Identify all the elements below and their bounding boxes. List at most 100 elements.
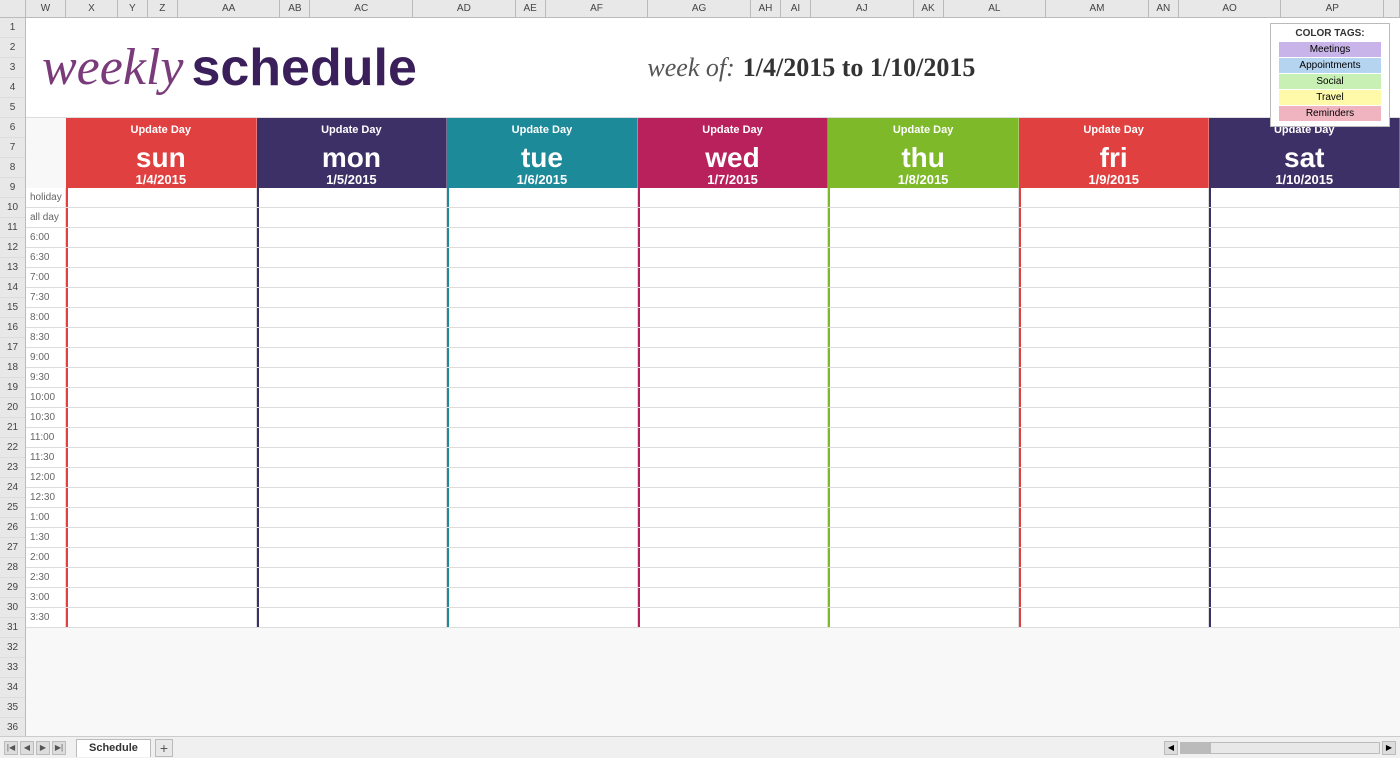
cell-fri-930[interactable] <box>1019 368 1210 387</box>
cell-thu-330pm[interactable] <box>828 608 1019 627</box>
cell-sat-130pm[interactable] <box>1209 528 1400 547</box>
tab-nav-next[interactable]: ▶ <box>36 741 50 755</box>
cell-thu-830[interactable] <box>828 328 1019 347</box>
cell-tue-600[interactable] <box>447 228 638 247</box>
cell-mon-1130[interactable] <box>257 448 448 467</box>
cell-mon-allday[interactable] <box>257 208 448 227</box>
cell-tue-830[interactable] <box>447 328 638 347</box>
cell-sun-1130[interactable] <box>66 448 257 467</box>
cell-tue-730[interactable] <box>447 288 638 307</box>
cell-sun-holiday[interactable] <box>66 188 257 207</box>
sheet-tab-schedule[interactable]: Schedule <box>76 739 151 757</box>
cell-mon-930[interactable] <box>257 368 448 387</box>
cell-sat-730[interactable] <box>1209 288 1400 307</box>
cell-thu-1030[interactable] <box>828 408 1019 427</box>
cell-fri-1000[interactable] <box>1019 388 1210 407</box>
update-day-tue[interactable]: Update Day <box>447 118 638 142</box>
cell-sat-700[interactable] <box>1209 268 1400 287</box>
cell-sat-1030[interactable] <box>1209 408 1400 427</box>
cell-fri-830[interactable] <box>1019 328 1210 347</box>
cell-wed-730[interactable] <box>638 288 829 307</box>
cell-sun-830[interactable] <box>66 328 257 347</box>
cell-sat-1100[interactable] <box>1209 428 1400 447</box>
cell-mon-200pm[interactable] <box>257 548 448 567</box>
cell-sun-100pm[interactable] <box>66 508 257 527</box>
cell-mon-130pm[interactable] <box>257 528 448 547</box>
cell-sat-1130[interactable] <box>1209 448 1400 467</box>
cell-thu-1200[interactable] <box>828 468 1019 487</box>
cell-thu-1230[interactable] <box>828 488 1019 507</box>
cell-sun-600[interactable] <box>66 228 257 247</box>
cell-thu-230pm[interactable] <box>828 568 1019 587</box>
cell-wed-630[interactable] <box>638 248 829 267</box>
cell-mon-holiday[interactable] <box>257 188 448 207</box>
scroll-left-button[interactable]: ◀ <box>1164 741 1178 755</box>
cell-sun-230pm[interactable] <box>66 568 257 587</box>
cell-thu-100pm[interactable] <box>828 508 1019 527</box>
cell-fri-1230[interactable] <box>1019 488 1210 507</box>
update-day-thu[interactable]: Update Day <box>828 118 1019 142</box>
cell-fri-1130[interactable] <box>1019 448 1210 467</box>
cell-mon-1030[interactable] <box>257 408 448 427</box>
cell-fri-allday[interactable] <box>1019 208 1210 227</box>
cell-fri-600[interactable] <box>1019 228 1210 247</box>
cell-wed-830[interactable] <box>638 328 829 347</box>
cell-sat-1230[interactable] <box>1209 488 1400 507</box>
cell-tue-800[interactable] <box>447 308 638 327</box>
cell-tue-1200[interactable] <box>447 468 638 487</box>
cell-sat-630[interactable] <box>1209 248 1400 267</box>
cell-thu-200pm[interactable] <box>828 548 1019 567</box>
cell-thu-300pm[interactable] <box>828 588 1019 607</box>
cell-thu-600[interactable] <box>828 228 1019 247</box>
cell-wed-900[interactable] <box>638 348 829 367</box>
cell-mon-730[interactable] <box>257 288 448 307</box>
cell-fri-holiday[interactable] <box>1019 188 1210 207</box>
cell-wed-330pm[interactable] <box>638 608 829 627</box>
update-day-fri[interactable]: Update Day <box>1019 118 1210 142</box>
cell-wed-200pm[interactable] <box>638 548 829 567</box>
cell-fri-630[interactable] <box>1019 248 1210 267</box>
cell-wed-100pm[interactable] <box>638 508 829 527</box>
cell-wed-holiday[interactable] <box>638 188 829 207</box>
scroll-right-button[interactable]: ▶ <box>1382 741 1396 755</box>
cell-fri-200pm[interactable] <box>1019 548 1210 567</box>
cell-fri-330pm[interactable] <box>1019 608 1210 627</box>
cell-sun-330pm[interactable] <box>66 608 257 627</box>
horizontal-scroll-area[interactable]: ◀ ▶ <box>1164 741 1396 755</box>
cell-sat-230pm[interactable] <box>1209 568 1400 587</box>
cell-fri-1100[interactable] <box>1019 428 1210 447</box>
cell-sat-300pm[interactable] <box>1209 588 1400 607</box>
tab-navigation[interactable]: |◀ ◀ ▶ ▶| <box>4 741 66 755</box>
cell-fri-900[interactable] <box>1019 348 1210 367</box>
cell-tue-630[interactable] <box>447 248 638 267</box>
cell-sat-100pm[interactable] <box>1209 508 1400 527</box>
cell-sat-600[interactable] <box>1209 228 1400 247</box>
cell-thu-900[interactable] <box>828 348 1019 367</box>
cell-mon-800[interactable] <box>257 308 448 327</box>
cell-thu-630[interactable] <box>828 248 1019 267</box>
cell-wed-1000[interactable] <box>638 388 829 407</box>
cell-tue-1100[interactable] <box>447 428 638 447</box>
cell-thu-930[interactable] <box>828 368 1019 387</box>
cell-tue-330pm[interactable] <box>447 608 638 627</box>
add-sheet-button[interactable]: + <box>155 739 173 757</box>
update-day-mon[interactable]: Update Day <box>257 118 448 142</box>
cell-sat-1200[interactable] <box>1209 468 1400 487</box>
cell-mon-1200[interactable] <box>257 468 448 487</box>
cell-wed-600[interactable] <box>638 228 829 247</box>
cell-mon-700[interactable] <box>257 268 448 287</box>
cell-sun-200pm[interactable] <box>66 548 257 567</box>
cell-tue-700[interactable] <box>447 268 638 287</box>
cell-thu-allday[interactable] <box>828 208 1019 227</box>
cell-sat-800[interactable] <box>1209 308 1400 327</box>
cell-thu-700[interactable] <box>828 268 1019 287</box>
cell-fri-300pm[interactable] <box>1019 588 1210 607</box>
cell-sun-130pm[interactable] <box>66 528 257 547</box>
cell-fri-730[interactable] <box>1019 288 1210 307</box>
cell-sun-1030[interactable] <box>66 408 257 427</box>
cell-thu-730[interactable] <box>828 288 1019 307</box>
cell-tue-230pm[interactable] <box>447 568 638 587</box>
cell-mon-330pm[interactable] <box>257 608 448 627</box>
cell-sun-1200[interactable] <box>66 468 257 487</box>
cell-fri-1030[interactable] <box>1019 408 1210 427</box>
